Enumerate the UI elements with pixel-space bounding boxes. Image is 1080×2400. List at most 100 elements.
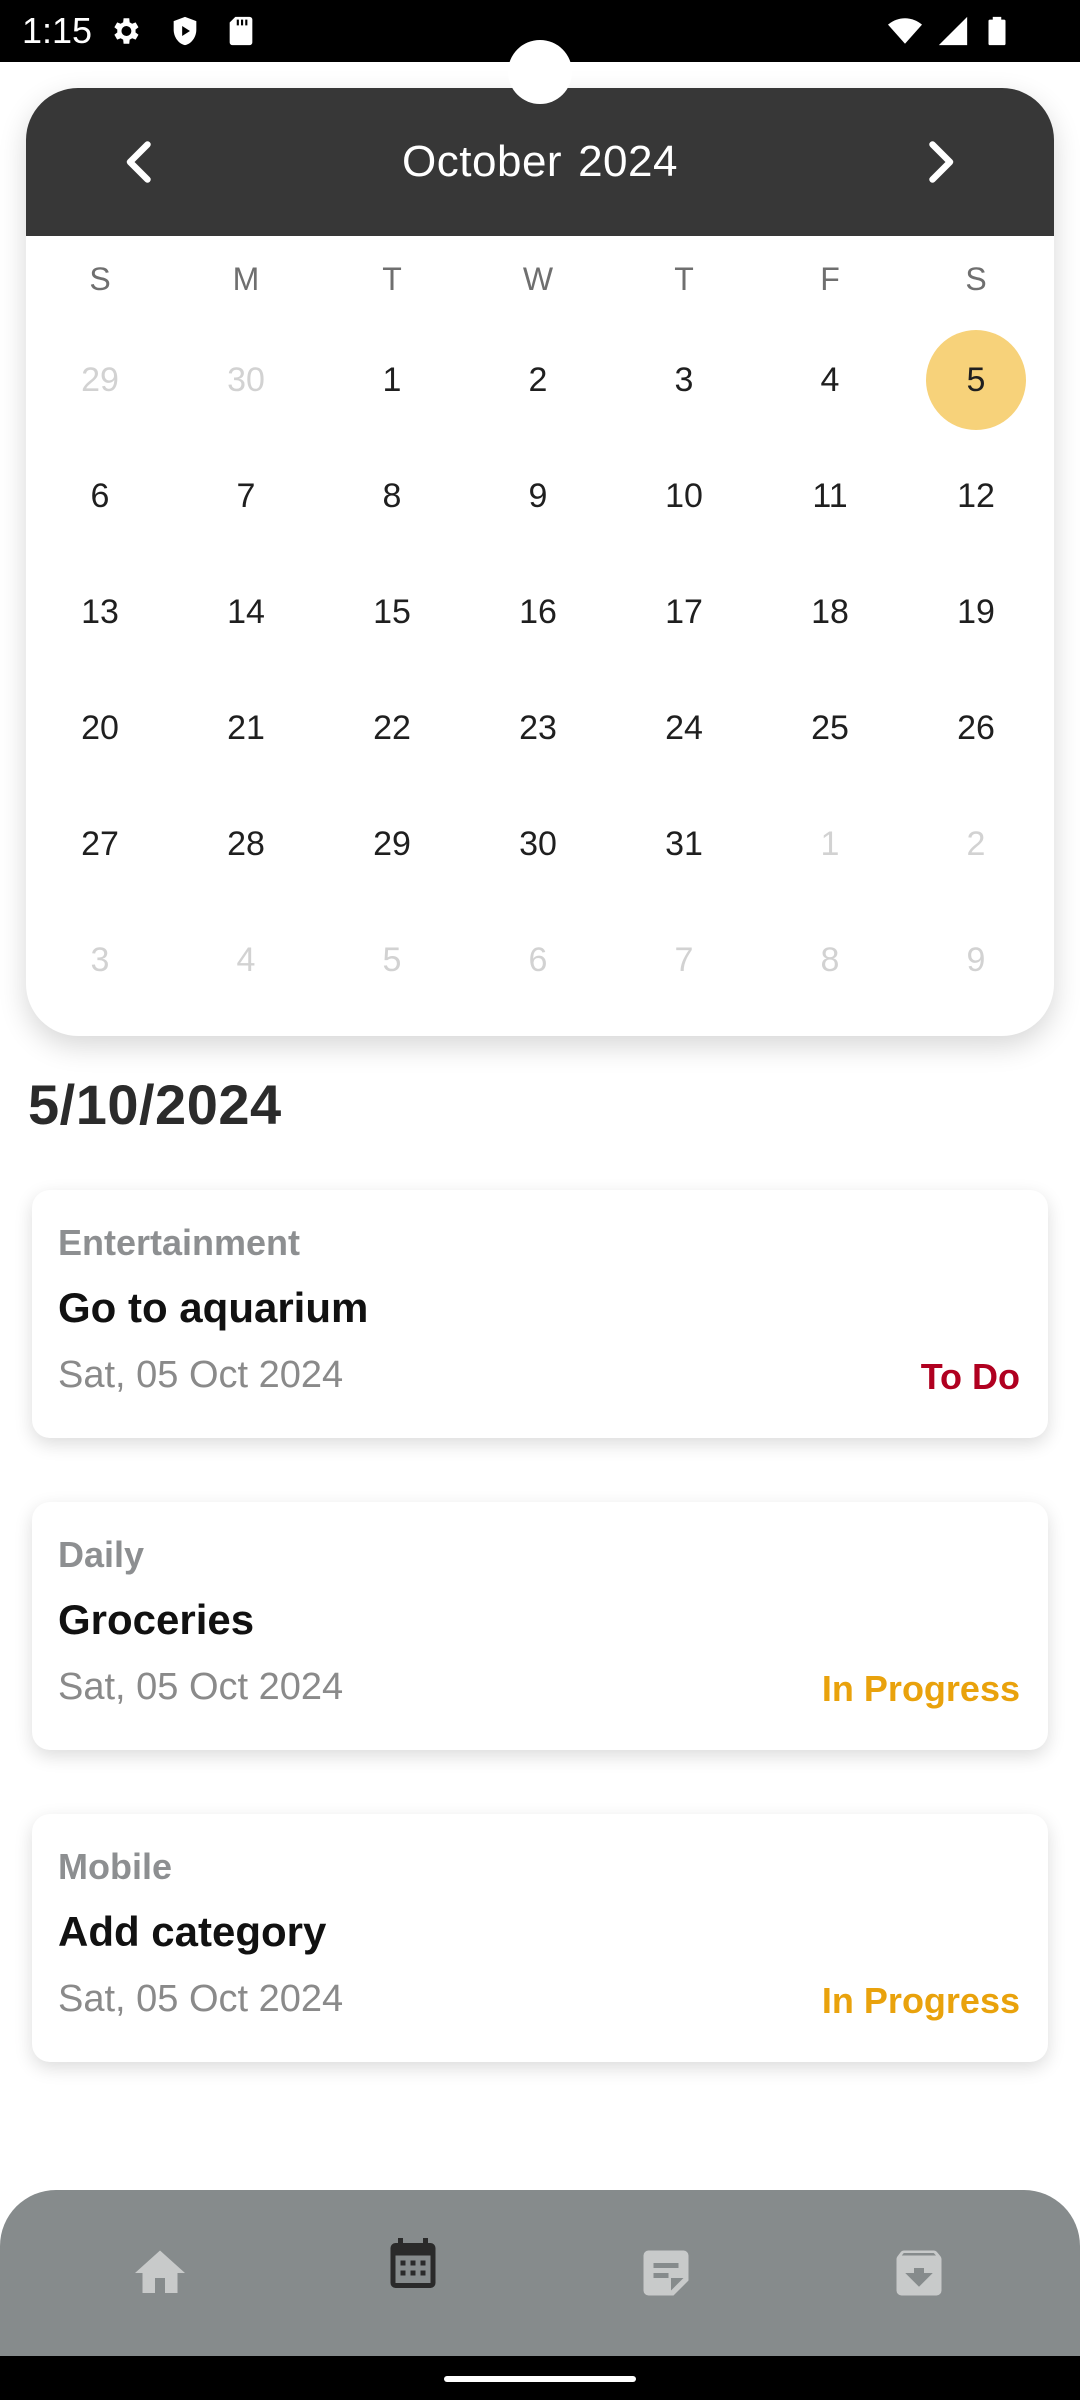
calendar-icon <box>390 2238 436 2288</box>
archive-icon <box>896 2250 942 2296</box>
calendar-day-number: 27 <box>81 825 119 863</box>
task-title: Groceries <box>58 1596 255 1643</box>
calendar-day-number: 16 <box>519 593 557 631</box>
calendar-header: October 2024 <box>26 88 1054 236</box>
calendar-day-number: 1 <box>382 361 402 399</box>
chevron-right-icon[interactable] <box>910 132 970 192</box>
calendar-day[interactable]: 29 <box>319 786 465 902</box>
calendar-day[interactable]: 26 <box>903 670 1049 786</box>
calendar-day[interactable]: 6 <box>27 438 173 554</box>
task-card[interactable]: Daily Groceries Sat, 05 Oct 2024 In Progres… <box>32 1502 1048 1750</box>
calendar-day-number: 29 <box>373 825 411 863</box>
shield-play-icon <box>173 16 197 46</box>
calendar-day[interactable]: 12 <box>903 438 1049 554</box>
calendar-day[interactable]: 29 <box>27 322 173 438</box>
calendar-day-number: 3 <box>90 941 110 979</box>
calendar-day[interactable]: 11 <box>757 438 903 554</box>
calendar-day[interactable]: 7 <box>173 438 319 554</box>
calendar-day[interactable]: 14 <box>173 554 319 670</box>
calendar-day-number: 1 <box>820 825 840 863</box>
calendar-day-number: 29 <box>81 361 119 399</box>
calendar-day[interactable]: 31 <box>611 786 757 902</box>
calendar-day[interactable]: 4 <box>173 902 319 1018</box>
status-time: 1:15 <box>22 10 93 51</box>
calendar-day[interactable]: 18 <box>757 554 903 670</box>
calendar-day[interactable]: 3 <box>27 902 173 1018</box>
task-card[interactable]: Entertainment Go to aquarium Sat, 05 Oct 2… <box>32 1190 1048 1438</box>
calendar-day-number: 3 <box>674 361 694 399</box>
camera-cutout <box>508 40 572 104</box>
calendar-day[interactable]: 24 <box>611 670 757 786</box>
calendar-day[interactable]: 22 <box>319 670 465 786</box>
calendar-day[interactable]: 1 <box>319 322 465 438</box>
calendar-day[interactable]: 23 <box>465 670 611 786</box>
task-title: Add category <box>58 1908 327 1955</box>
calendar-day[interactable]: 15 <box>319 554 465 670</box>
app-screen: 1:15 October 2024 S M T W T F S 29 30 1 … <box>0 0 1080 2400</box>
calendar-day[interactable]: 8 <box>757 902 903 1018</box>
nav-notes[interactable] <box>586 2190 746 2356</box>
nav-calendar[interactable] <box>333 2190 493 2356</box>
calendar-day[interactable]: 25 <box>757 670 903 786</box>
calendar-day[interactable]: 9 <box>465 438 611 554</box>
calendar-day[interactable]: 8 <box>319 438 465 554</box>
calendar-day[interactable]: 21 <box>173 670 319 786</box>
nav-archive[interactable] <box>839 2190 999 2356</box>
task-category: Entertainment <box>58 1222 301 1263</box>
calendar-day-number: 9 <box>528 477 548 515</box>
notes-icon <box>643 2250 689 2296</box>
calendar-day-number: 26 <box>957 709 995 747</box>
weekday-label: M <box>232 261 260 297</box>
calendar-day[interactable]: 7 <box>611 902 757 1018</box>
weekday-label: S <box>89 261 111 297</box>
calendar-day-number: 2 <box>528 361 548 399</box>
calendar-day[interactable]: 6 <box>465 902 611 1018</box>
calendar-day[interactable]: 30 <box>173 322 319 438</box>
calendar-day[interactable]: 19 <box>903 554 1049 670</box>
calendar-day[interactable]: 1 <box>757 786 903 902</box>
calendar-day[interactable]: 5 <box>319 902 465 1018</box>
bottom-navigation <box>0 2190 1080 2356</box>
calendar-day-number: 19 <box>957 593 995 631</box>
weekday-label: W <box>522 261 554 297</box>
calendar-day[interactable]: 17 <box>611 554 757 670</box>
calendar-day-number: 21 <box>227 709 265 747</box>
weekday-header-row: SMTWTFS <box>26 236 1054 322</box>
calendar-day[interactable]: 20 <box>27 670 173 786</box>
calendar-day-number: 18 <box>811 593 849 631</box>
calendar-day-number: 31 <box>665 825 703 863</box>
calendar-day[interactable]: 27 <box>27 786 173 902</box>
weekday-label: T <box>674 261 694 297</box>
calendar-day[interactable]: 3 <box>611 322 757 438</box>
gesture-handle[interactable] <box>444 2376 636 2382</box>
calendar-day-number: 25 <box>811 709 849 747</box>
calendar-day[interactable]: 16 <box>465 554 611 670</box>
calendar-day[interactable]: 9 <box>903 902 1049 1018</box>
calendar-day-number: 23 <box>519 709 557 747</box>
calendar-day[interactable]: 2 <box>903 786 1049 902</box>
battery-icon <box>988 16 1006 46</box>
weekday-label: S <box>965 261 987 297</box>
task-card[interactable]: Mobile Add category Sat, 05 Oct 2024 In Pro… <box>32 1814 1048 2062</box>
calendar-day-selected[interactable]: 5 <box>903 322 1049 438</box>
calendar-day-number: 2 <box>966 825 986 863</box>
wifi-icon <box>888 18 922 44</box>
calendar-day-number: 6 <box>528 941 548 979</box>
calendar-day[interactable]: 13 <box>27 554 173 670</box>
calendar-day[interactable]: 10 <box>611 438 757 554</box>
calendar-year: 2024 <box>578 137 678 186</box>
nav-home[interactable] <box>80 2190 240 2356</box>
weekday-label: T <box>382 261 402 297</box>
gesture-navigation-area <box>0 2356 1080 2400</box>
calendar-month-title[interactable]: October 2024 <box>26 88 1054 236</box>
calendar-day-number: 28 <box>227 825 265 863</box>
calendar-day[interactable]: 28 <box>173 786 319 902</box>
calendar-day[interactable]: 30 <box>465 786 611 902</box>
calendar-day-number: 7 <box>236 477 256 515</box>
calendar-day-number: 5 <box>382 941 402 979</box>
calendar-day-number: 8 <box>820 941 840 979</box>
calendar-day-number: 30 <box>519 825 557 863</box>
calendar-day[interactable]: 4 <box>757 322 903 438</box>
task-status-badge: In Progress <box>821 1668 1020 1709</box>
calendar-day[interactable]: 2 <box>465 322 611 438</box>
